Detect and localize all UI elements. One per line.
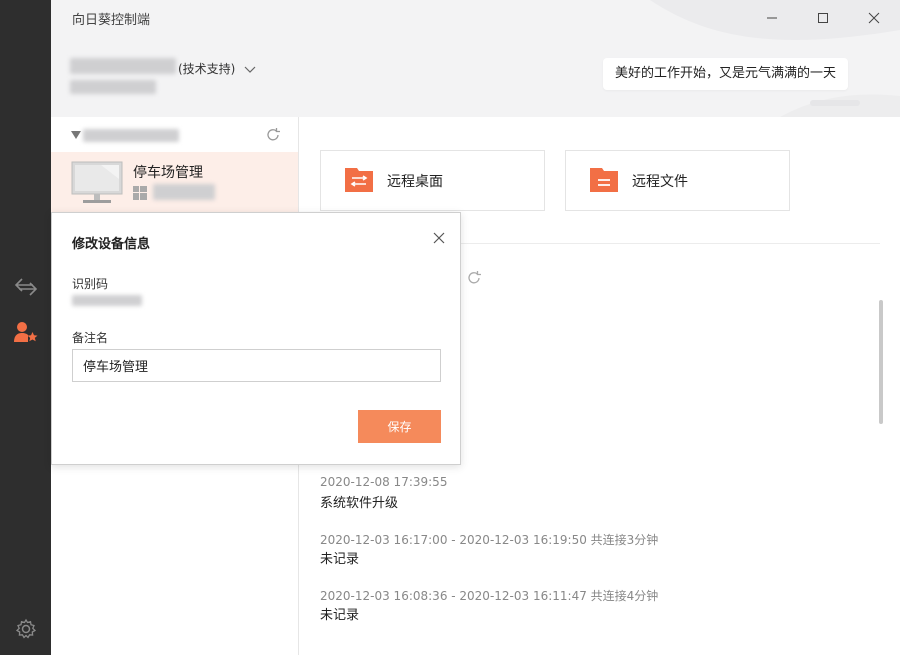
nav-rail (0, 0, 51, 655)
group-name-redacted (83, 129, 179, 142)
group-caret-icon[interactable] (71, 131, 81, 139)
device-group-header[interactable] (71, 127, 281, 145)
app-title: 向日葵控制端 (72, 13, 151, 28)
windows-logo-icon (133, 186, 147, 200)
id-code-redacted (72, 295, 142, 306)
refresh-icon[interactable] (265, 127, 281, 143)
records-refresh-icon[interactable] (466, 270, 482, 286)
close-icon[interactable] (862, 6, 886, 30)
header: 向日葵控制端 (技术支持) 美好的工作开始，又是元气满满的一天 (51, 0, 900, 117)
account-id-redacted (70, 80, 156, 94)
maximize-icon[interactable] (811, 6, 835, 30)
minimize-icon[interactable] (760, 6, 784, 30)
remark-input[interactable] (72, 349, 441, 382)
contacts-star-icon[interactable] (12, 318, 39, 345)
role-label[interactable]: (技术支持) (178, 60, 235, 77)
remote-file-label: 远程文件 (632, 173, 688, 190)
device-list-item[interactable]: 停车场管理 (51, 152, 298, 214)
record-text: 系统软件升级 (320, 496, 399, 511)
dialog-close-icon[interactable] (430, 229, 448, 247)
device-id-redacted (153, 184, 215, 200)
record-time: 2020-12-03 16:17:00 - 2020-12-03 16:19:5… (320, 533, 659, 547)
remote-desktop-icon (345, 167, 373, 192)
edit-device-dialog: 修改设备信息 识别码 备注名 保存 (51, 212, 461, 465)
monitor-icon (71, 161, 123, 203)
record-text: 未记录 (320, 552, 360, 567)
dialog-title: 修改设备信息 (72, 237, 151, 252)
greeting-bubble: 美好的工作开始，又是元气满满的一天 (603, 58, 849, 90)
remark-label: 备注名 (72, 331, 109, 345)
chevron-down-icon[interactable] (244, 60, 256, 79)
record-text: 未记录 (320, 608, 360, 623)
remote-file-button[interactable]: 远程文件 (565, 150, 790, 211)
account-name-redacted (70, 58, 176, 74)
record-time: 2020-12-08 17:39:55 (320, 475, 448, 489)
remote-desktop-button[interactable]: 远程桌面 (320, 150, 545, 211)
scrollbar[interactable] (879, 300, 883, 424)
remote-desktop-label: 远程桌面 (387, 173, 443, 190)
remote-file-icon (590, 167, 618, 192)
save-button[interactable]: 保存 (358, 410, 441, 443)
device-name: 停车场管理 (133, 165, 203, 181)
id-code-label: 识别码 (72, 277, 109, 291)
record-time: 2020-12-03 16:08:36 - 2020-12-03 16:11:4… (320, 589, 659, 603)
switch-arrows-icon[interactable] (12, 273, 39, 300)
settings-gear-icon[interactable] (12, 615, 39, 642)
